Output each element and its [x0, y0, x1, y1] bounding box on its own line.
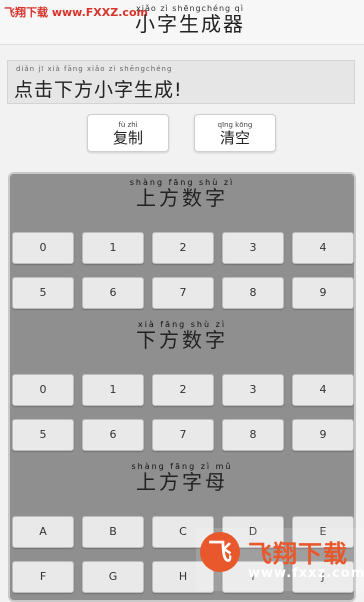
key-button[interactable]: 6 [82, 277, 144, 309]
key-button[interactable]: 8 [222, 419, 284, 451]
key-button[interactable]: 4 [292, 232, 354, 264]
logo-url: www.fxxz.com [248, 566, 364, 581]
output-text: 点击下方小字生成! [14, 79, 183, 101]
key-button[interactable]: A [12, 516, 74, 548]
key-button[interactable]: 2 [152, 374, 214, 406]
output-field[interactable]: diǎn jī xià fāng xiǎo zì shēngchéng 点击下方… [7, 60, 355, 104]
key-button[interactable]: 8 [222, 277, 284, 309]
key-button[interactable]: 7 [152, 277, 214, 309]
logo-text: 飞翔下载 [248, 540, 348, 568]
section-label: 下方数字 [136, 328, 228, 352]
copy-button-label: 复制 [112, 129, 143, 147]
key-button[interactable]: B [82, 516, 144, 548]
key-button[interactable]: 2 [152, 232, 214, 264]
key-button[interactable]: G [82, 561, 144, 593]
copy-button[interactable]: fù zhì 复制 [87, 114, 169, 152]
copy-button-pinyin: fù zhì [118, 121, 138, 129]
clear-button[interactable]: qīng kōng 清空 [194, 114, 276, 152]
section-title-0: shàng fāng shù zì 上方数字 [10, 178, 354, 209]
section-label: 上方字母 [136, 470, 228, 494]
section-label: 上方数字 [136, 186, 228, 210]
key-button[interactable]: 5 [12, 419, 74, 451]
key-button[interactable]: 6 [82, 419, 144, 451]
key-button[interactable]: 1 [82, 374, 144, 406]
key-button[interactable]: 3 [222, 232, 284, 264]
key-button[interactable]: 0 [12, 374, 74, 406]
page-title: 小字生成器 [135, 12, 245, 36]
key-button[interactable]: 4 [292, 374, 354, 406]
app-header: 飞翔下载 www.FXXZ.com xiǎo zì shēngchéng qì … [0, 0, 364, 45]
clear-button-pinyin: qīng kōng [217, 121, 253, 129]
site-watermark-tag: 飞翔下载 www.FXXZ.com [4, 6, 148, 19]
key-button[interactable]: 9 [292, 419, 354, 451]
title-group: xiǎo zì shēngchéng qì 小字生成器 [135, 4, 245, 35]
section-title-2: shàng fāng zì mǔ 上方字母 [10, 462, 354, 493]
section-title-1: xià fāng shù zì 下方数字 [10, 320, 354, 351]
output-pinyin: diǎn jī xià fāng xiǎo zì shēngchéng [16, 65, 173, 73]
clear-button-label: 清空 [219, 129, 250, 147]
key-button[interactable]: 5 [12, 277, 74, 309]
logo-icon: 飞 [200, 532, 240, 572]
key-button[interactable]: F [12, 561, 74, 593]
key-button[interactable]: 7 [152, 419, 214, 451]
key-button[interactable]: 1 [82, 232, 144, 264]
key-button[interactable]: 9 [292, 277, 354, 309]
key-button[interactable]: 0 [12, 232, 74, 264]
key-button[interactable]: 3 [222, 374, 284, 406]
watermark-logo: 飞 飞翔下载 www.fxxz.com [196, 528, 364, 591]
